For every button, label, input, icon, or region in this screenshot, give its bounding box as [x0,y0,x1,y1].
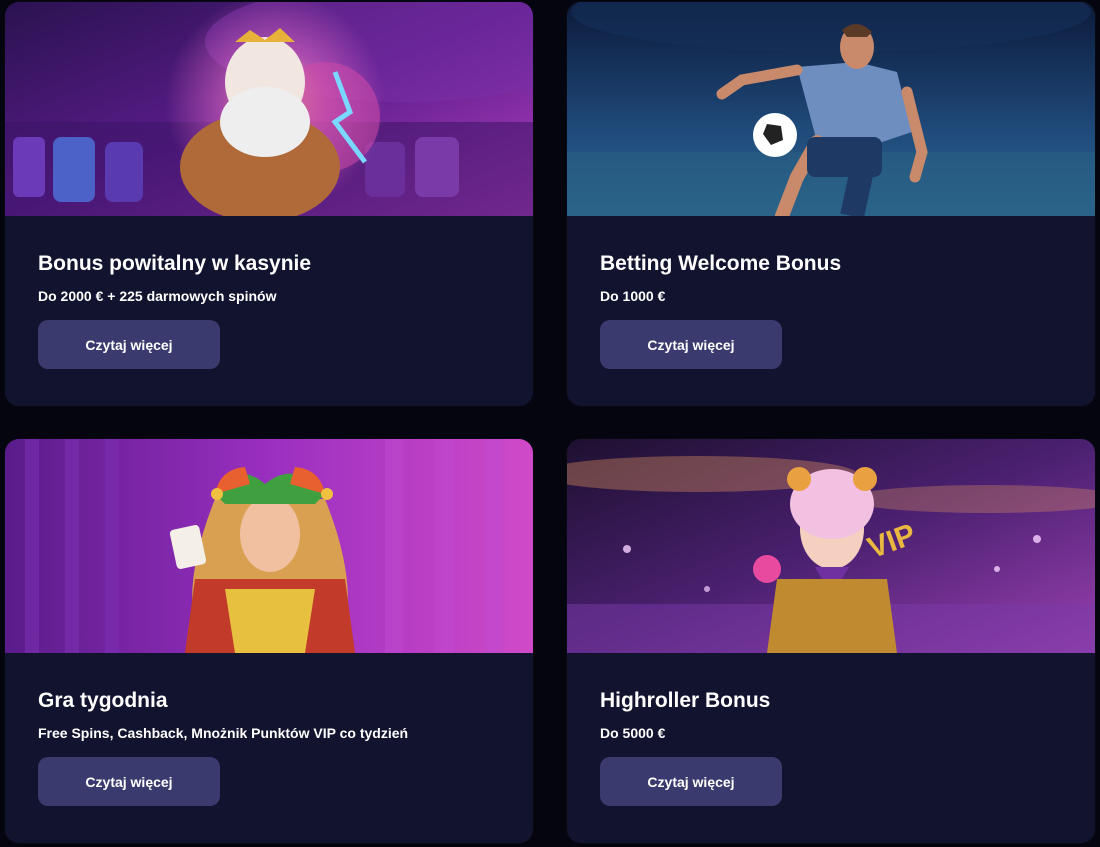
card-title: Betting Welcome Bonus [600,252,842,275]
read-more-button[interactable]: Czytaj więcej [600,757,782,806]
card-body: Highroller Bonus Do 5000 € [600,687,1075,742]
promo-card-casino-welcome: Bonus powitalny w kasynie Do 2000 € + 22… [5,2,533,406]
card-subtitle: Free Spins, Cashback, Mnożnik Punktów VI… [38,725,409,741]
read-more-button[interactable]: Czytaj więcej [38,757,220,806]
football-player-banner [567,2,1095,216]
read-more-button[interactable]: Czytaj więcej [600,320,782,369]
promo-card-highroller: VIP Highroller Bonus Do 5000 € Czytaj wi… [567,439,1095,843]
card-subtitle: Do 5000 € [600,725,666,741]
card-title: Gra tygodnia [38,689,168,712]
vip-woman-banner: VIP [567,439,1095,653]
jester-woman-banner [5,439,533,653]
card-subtitle: Do 2000 € + 225 darmowych spinów [38,288,277,304]
zeus-casino-banner [5,2,533,216]
card-body: Gra tygodnia Free Spins, Cashback, Mnożn… [38,687,513,742]
card-title: Bonus powitalny w kasynie [38,252,312,275]
card-title: Highroller Bonus [600,689,771,712]
promotions-grid: Bonus powitalny w kasynie Do 2000 € + 22… [0,0,1100,847]
read-more-button[interactable]: Czytaj więcej [38,320,220,369]
card-body: Betting Welcome Bonus Do 1000 € [600,250,1075,305]
card-subtitle: Do 1000 € [600,288,666,304]
card-body: Bonus powitalny w kasynie Do 2000 € + 22… [38,250,513,305]
promo-card-betting-welcome: Betting Welcome Bonus Do 1000 € Czytaj w… [567,2,1095,406]
promo-card-game-of-week: Gra tygodnia Free Spins, Cashback, Mnożn… [5,439,533,843]
